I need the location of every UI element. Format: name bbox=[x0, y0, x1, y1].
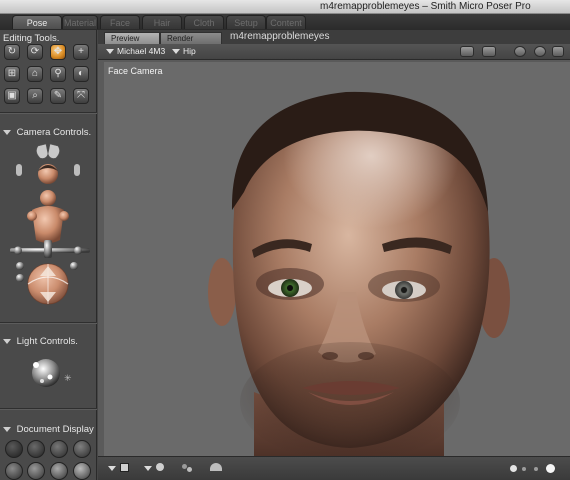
lit-wireframe-display-icon[interactable] bbox=[5, 462, 23, 480]
figure-select-label: Michael 4M3 bbox=[117, 46, 166, 56]
tab-face[interactable]: Face bbox=[100, 15, 140, 29]
preview-state-dot-icon[interactable] bbox=[546, 464, 555, 473]
chain-break-tool-icon[interactable]: ⚲ bbox=[50, 66, 66, 82]
right-hand-camera-icon[interactable] bbox=[47, 143, 60, 159]
camera-name-label: Face Camera bbox=[108, 66, 163, 76]
camera-view-icon[interactable] bbox=[460, 46, 474, 57]
dropdown-triangle-icon[interactable] bbox=[108, 466, 116, 471]
document-tabs: Preview Render m4remapproblemeyes bbox=[98, 30, 570, 44]
tab-setup[interactable]: Setup bbox=[226, 15, 266, 29]
light-controls-header[interactable]: Light Controls. bbox=[3, 336, 78, 347]
poser-window: m4remapproblemeyes – Smith Micro Poser P… bbox=[0, 0, 570, 480]
document-display-label: Document Display bbox=[16, 424, 94, 435]
dropdown-triangle-icon bbox=[172, 49, 180, 55]
face-render bbox=[208, 91, 510, 456]
scale-sphere-icon[interactable] bbox=[16, 262, 24, 270]
side-camera-icon[interactable] bbox=[16, 164, 22, 176]
preview-options-icon[interactable] bbox=[514, 46, 526, 57]
document-toolbar: Michael 4M3 Hip bbox=[98, 44, 570, 60]
tab-content[interactable]: Content bbox=[266, 15, 306, 29]
light-handle-icon[interactable] bbox=[40, 379, 44, 383]
collapse-triangle-icon bbox=[3, 338, 11, 344]
light-handle-icon[interactable] bbox=[33, 362, 39, 368]
translate-tool-icon[interactable]: ✥ bbox=[50, 44, 66, 60]
light-controls-label: Light Controls. bbox=[16, 336, 78, 347]
tab-cloth[interactable]: Cloth bbox=[184, 15, 224, 29]
color-tool-icon[interactable]: ◐ bbox=[73, 66, 89, 82]
posing-camera-figure-icon[interactable] bbox=[27, 190, 69, 243]
direct-manipulation-tool-icon[interactable]: ⤧ bbox=[73, 88, 89, 104]
morphing-tool-icon[interactable]: ✎ bbox=[50, 88, 66, 104]
figure-select-menu[interactable]: Michael 4M3 bbox=[106, 46, 165, 56]
title-bar: m4remapproblemeyes – Smith Micro Poser P… bbox=[0, 0, 570, 14]
light-controls-widget[interactable]: ✳ bbox=[24, 355, 74, 391]
shadow-display-icon[interactable] bbox=[210, 463, 222, 471]
smooth-shaded-display-icon[interactable] bbox=[50, 462, 68, 480]
scale-tool-icon[interactable]: ⊞ bbox=[4, 66, 20, 82]
roll-sphere-icon[interactable] bbox=[70, 262, 78, 270]
actor-select-label: Hip bbox=[183, 46, 196, 56]
dropdown-triangle-icon[interactable] bbox=[144, 466, 152, 471]
hidden-line-display-icon[interactable] bbox=[73, 440, 91, 458]
light-properties-icon[interactable]: ✳ bbox=[64, 374, 72, 384]
editing-tools-label: Editing Tools. bbox=[3, 33, 60, 44]
rotate-tool-icon[interactable]: ↻ bbox=[4, 44, 20, 60]
panel-divider bbox=[0, 112, 97, 114]
camera-controls-label: Camera Controls. bbox=[16, 127, 92, 138]
camera-controls-widget[interactable] bbox=[8, 140, 92, 308]
document-display-header[interactable]: Document Display bbox=[3, 424, 94, 435]
actor-select-menu[interactable]: Hip bbox=[172, 46, 196, 56]
flat-shaded-display-icon[interactable] bbox=[27, 462, 45, 480]
tab-preview[interactable]: Preview bbox=[104, 32, 160, 44]
camera-trackball-icon[interactable] bbox=[27, 263, 69, 305]
left-ear bbox=[208, 258, 236, 326]
light-handle-icon[interactable] bbox=[47, 374, 53, 380]
collapse-triangle-icon bbox=[3, 426, 11, 432]
left-hand-camera-icon[interactable] bbox=[36, 143, 49, 159]
room-tabs: Pose Material Face Hair Cloth Setup Cont… bbox=[0, 14, 570, 30]
display-guides-icon[interactable] bbox=[534, 46, 546, 57]
taper-tool-icon[interactable]: ⌂ bbox=[27, 66, 43, 82]
wireframe-display-icon[interactable] bbox=[50, 440, 68, 458]
twist-tool-icon[interactable]: ⟳ bbox=[27, 44, 43, 60]
focal-sphere-icon[interactable] bbox=[16, 274, 24, 282]
outline-display-icon[interactable] bbox=[27, 440, 45, 458]
translate-in-out-tool-icon[interactable]: + bbox=[73, 44, 89, 60]
silhouette-display-icon[interactable] bbox=[5, 440, 23, 458]
face-camera-icon[interactable] bbox=[38, 164, 58, 184]
window-title: m4remapproblemeyes – Smith Micro Poser P… bbox=[320, 1, 531, 12]
document-menu-icon[interactable] bbox=[552, 46, 564, 57]
panel-divider bbox=[0, 408, 97, 410]
render-settings-icon[interactable] bbox=[482, 46, 496, 57]
document-window: Preview Render m4remapproblemeyes Michae… bbox=[98, 30, 570, 480]
preview-state-dot-icon[interactable] bbox=[510, 465, 517, 472]
document-name: m4remapproblemeyes bbox=[230, 31, 330, 42]
texture-shaded-display-icon[interactable] bbox=[73, 462, 91, 480]
preview-state-dot-icon[interactable] bbox=[534, 467, 538, 471]
document-bottom-bar bbox=[98, 456, 570, 480]
tab-material[interactable]: Material bbox=[62, 15, 98, 29]
3d-viewport[interactable]: Face Camera bbox=[104, 62, 570, 456]
tab-hair[interactable]: Hair bbox=[142, 15, 182, 29]
panel-divider bbox=[0, 322, 97, 324]
grouping-tool-icon[interactable]: ▣ bbox=[4, 88, 20, 104]
editing-tools-header[interactable]: Editing Tools. bbox=[3, 33, 59, 44]
background-color-icon[interactable] bbox=[120, 463, 129, 472]
right-eye bbox=[382, 281, 426, 299]
tab-render[interactable]: Render bbox=[160, 32, 222, 44]
left-panel: Editing Tools. ↻ ⟳ ✥ + ⊞ ⌂ ⚲ ◐ ▣ ⌕ ✎ ⤧ C… bbox=[0, 30, 97, 480]
view-magnifier-tool-icon[interactable]: ⌕ bbox=[27, 88, 43, 104]
camera-controls-header[interactable]: Camera Controls. bbox=[3, 127, 91, 138]
preview-state-dot-icon[interactable] bbox=[522, 467, 526, 471]
camera-move-track-icon[interactable] bbox=[10, 240, 90, 258]
dropdown-triangle-icon bbox=[106, 49, 114, 55]
ground-shadow-icon[interactable] bbox=[182, 462, 196, 472]
collapse-triangle-icon bbox=[3, 129, 11, 135]
tab-pose[interactable]: Pose bbox=[12, 15, 62, 29]
left-eye bbox=[268, 279, 312, 297]
top-camera-icon[interactable] bbox=[74, 164, 80, 176]
foreground-color-icon[interactable] bbox=[156, 463, 164, 471]
